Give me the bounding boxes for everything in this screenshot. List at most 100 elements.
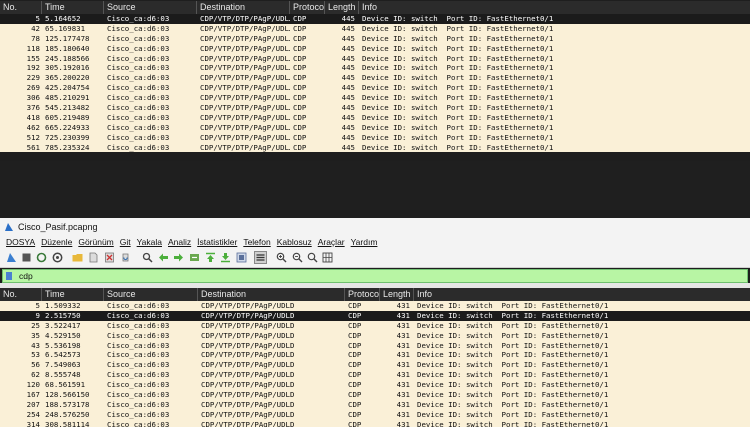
bottom-packet-list[interactable]: No. Time Source Destination Protocol Len… xyxy=(0,288,750,427)
col-no-header[interactable]: No. xyxy=(0,1,42,14)
packet-row[interactable]: 25 3.522417 Cisco_ca:d6:03 CDP/VTP/DTP/PAgP… xyxy=(0,320,750,331)
col-destination-header[interactable]: Destination xyxy=(198,288,345,301)
packet-row[interactable]: 56 7.549063 Cisco_ca:d6:03 CDP/VTP/DTP/PAgP… xyxy=(0,360,750,371)
packet-row[interactable]: 167 128.566150 Cisco_ca:d6:03 CDP/VTP/DTP/P… xyxy=(0,390,750,400)
zoom-in-icon[interactable] xyxy=(276,252,287,263)
packet-row[interactable]: 254 248.576250 Cisco_ca:d6:03 CDP/VTP/DTP/P… xyxy=(0,409,750,420)
open-folder-icon[interactable] xyxy=(72,252,83,263)
col-protocol-header[interactable]: Protocol xyxy=(290,1,325,14)
shark-fin-icon[interactable] xyxy=(6,252,17,263)
packet-row[interactable]: 155 245.188566 Cisco_ca:d6:03 CDP/VTP/DTP/P… xyxy=(0,53,750,64)
cell-destination: CDP/VTP/DTP/PAgP/UDL… xyxy=(200,93,290,103)
col-info-header[interactable]: Info xyxy=(414,288,750,301)
find-icon[interactable] xyxy=(142,252,153,263)
cell-length: 445 xyxy=(341,93,355,103)
zoom-reset-icon[interactable] xyxy=(307,252,318,263)
packet-row[interactable]: 269 425.204754 Cisco_ca:d6:03 CDP/VTP/DTP/P… xyxy=(0,83,750,94)
menu-yakala[interactable]: Yakala xyxy=(137,236,162,249)
menu-yardim[interactable]: Yardım xyxy=(351,236,378,249)
goto-packet-icon[interactable] xyxy=(189,252,200,263)
cell-length: 431 xyxy=(396,330,410,340)
cell-destination: CDP/VTP/DTP/PAgP/UDL… xyxy=(200,142,290,152)
autoscroll-icon[interactable] xyxy=(236,252,247,263)
packet-row[interactable]: 5 1.509332 Cisco_ca:d6:03 CDP/VTP/DTP/PAgP/… xyxy=(0,301,750,311)
packet-row[interactable]: 306 485.210291 Cisco_ca:d6:03 CDP/VTP/DTP/P… xyxy=(0,93,750,104)
cell-destination: CDP/VTP/DTP/PAgP/UDLD xyxy=(201,390,295,400)
packet-row[interactable]: 42 65.169831 Cisco_ca:d6:03 CDP/VTP/DTP/PAg… xyxy=(0,23,750,34)
col-protocol-header[interactable]: Protocol xyxy=(345,288,380,301)
menu-analiz[interactable]: Analiz xyxy=(168,236,191,249)
reload-icon[interactable] xyxy=(120,252,131,263)
packet-row[interactable]: 5 5.164652 Cisco_ca:d6:03 CDP/VTP/DTP/PAgP/… xyxy=(0,14,750,24)
bookmark-icon[interactable] xyxy=(6,272,12,280)
packet-row[interactable]: 35 4.529150 Cisco_ca:d6:03 CDP/VTP/DTP/PAgP… xyxy=(0,330,750,341)
packet-row[interactable]: 43 5.536198 Cisco_ca:d6:03 CDP/VTP/DTP/PAgP… xyxy=(0,340,750,351)
cell-source: Cisco_ca:d6:03 xyxy=(107,122,170,132)
resize-columns-icon[interactable] xyxy=(322,252,333,263)
menu-git[interactable]: Git xyxy=(120,236,131,249)
cell-destination: CDP/VTP/DTP/PAgP/UDL… xyxy=(200,63,290,73)
col-length-header[interactable]: Length xyxy=(380,288,414,301)
col-source-header[interactable]: Source xyxy=(104,288,198,301)
packet-row[interactable]: 192 305.192016 Cisco_ca:d6:03 CDP/VTP/DTP/P… xyxy=(0,63,750,74)
menu-kablosuz[interactable]: Kablosuz xyxy=(277,236,312,249)
last-packet-icon[interactable] xyxy=(220,252,231,263)
cell-info: Device ID: switch Port ID: FastEthernet0… xyxy=(362,14,554,23)
cell-no: 155 xyxy=(26,53,40,63)
packet-row[interactable]: 314 308.581114 Cisco_ca:d6:03 CDP/VTP/DTP/P… xyxy=(0,419,750,427)
col-no-header[interactable]: No. xyxy=(0,288,42,301)
options-gear-icon[interactable] xyxy=(52,252,63,263)
forward-arrow-icon[interactable] xyxy=(173,252,184,263)
menu-duzenle[interactable]: Düzenle xyxy=(41,236,72,249)
packet-row[interactable]: 512 725.230399 Cisco_ca:d6:03 CDP/VTP/DTP/P… xyxy=(0,132,750,143)
cell-info: Device ID: switch Port ID: FastEthernet0… xyxy=(417,320,609,330)
top-packet-list[interactable]: No. Time Source Destination Protocol Len… xyxy=(0,1,750,161)
packet-row[interactable]: 62 8.555748 Cisco_ca:d6:03 CDP/VTP/DTP/PAgP… xyxy=(0,370,750,381)
packet-row[interactable]: 376 545.213482 Cisco_ca:d6:03 CDP/VTP/DTP/P… xyxy=(0,103,750,113)
restart-icon[interactable] xyxy=(36,252,47,263)
col-destination-header[interactable]: Destination xyxy=(197,1,290,14)
packet-row[interactable]: 418 605.219489 Cisco_ca:d6:03 CDP/VTP/DTP/P… xyxy=(0,112,750,123)
cell-no: 306 xyxy=(26,93,40,103)
cell-no: 53 xyxy=(31,350,40,360)
display-filter-bar[interactable]: cdp xyxy=(2,269,748,283)
menu-telefon[interactable]: Telefon xyxy=(243,236,270,249)
stop-icon[interactable] xyxy=(21,252,32,263)
col-info-header[interactable]: Info xyxy=(359,1,750,14)
menu-araclar[interactable]: Araçlar xyxy=(318,236,345,249)
cell-time: 3.522417 xyxy=(45,320,81,330)
cell-protocol: CDP xyxy=(348,330,362,340)
cell-source: Cisco_ca:d6:03 xyxy=(107,320,170,330)
packet-row[interactable]: 229 365.200220 Cisco_ca:d6:03 CDP/VTP/DTP/P… xyxy=(0,73,750,84)
cell-info: Device ID: switch Port ID: FastEthernet0… xyxy=(417,310,609,320)
cell-source: Cisco_ca:d6:03 xyxy=(107,399,170,409)
packet-row[interactable]: 120 68.561591 Cisco_ca:d6:03 CDP/VTP/DTP/PA… xyxy=(0,380,750,391)
cell-info: Device ID: switch Port ID: FastEthernet0… xyxy=(417,399,609,409)
display-filter-input[interactable]: cdp xyxy=(19,270,33,282)
packet-row[interactable]: 9 2.515750 Cisco_ca:d6:03 CDP/VTP/DTP/PAgP/… xyxy=(0,310,750,321)
col-source-header[interactable]: Source xyxy=(104,1,197,14)
menu-gorunum[interactable]: Görünüm xyxy=(78,236,113,249)
cell-destination: CDP/VTP/DTP/PAgP/UDLD xyxy=(201,301,295,310)
cell-protocol: CDP xyxy=(293,53,307,63)
col-time-header[interactable]: Time xyxy=(42,288,104,301)
menu-dosya[interactable]: DOSYA xyxy=(6,236,35,249)
zoom-out-icon[interactable] xyxy=(292,252,303,263)
bottom-packet-rows: 5 1.509332 Cisco_ca:d6:03 CDP/VTP/DTP/PAgP/… xyxy=(0,301,750,427)
save-file-icon[interactable] xyxy=(88,252,99,263)
close-file-icon[interactable] xyxy=(104,252,115,263)
back-arrow-icon[interactable] xyxy=(158,252,169,263)
packet-row[interactable]: 462 665.224933 Cisco_ca:d6:03 CDP/VTP/DTP/P… xyxy=(0,122,750,133)
packet-row[interactable]: 207 188.573178 Cisco_ca:d6:03 CDP/VTP/DTP/P… xyxy=(0,399,750,410)
packet-row[interactable]: 118 185.180640 Cisco_ca:d6:03 CDP/VTP/DTP/P… xyxy=(0,43,750,54)
packet-row[interactable]: 53 6.542573 Cisco_ca:d6:03 CDP/VTP/DTP/PAgP… xyxy=(0,350,750,361)
first-packet-icon[interactable] xyxy=(205,252,216,263)
menu-istatistikler[interactable]: İstatistikler xyxy=(197,236,237,249)
window-title: Cisco_Pasif.pcapng xyxy=(18,222,98,232)
col-length-header[interactable]: Length xyxy=(325,1,359,14)
packet-row[interactable]: 561 785.235324 Cisco_ca:d6:03 CDP/VTP/DTP/P… xyxy=(0,142,750,153)
col-time-header[interactable]: Time xyxy=(42,1,104,14)
packet-row[interactable]: 78 125.177478 Cisco_ca:d6:03 CDP/VTP/DTP/PA… xyxy=(0,33,750,44)
colorize-icon[interactable] xyxy=(254,251,267,264)
cell-info: Device ID: switch Port ID: FastEthernet0… xyxy=(417,390,609,400)
